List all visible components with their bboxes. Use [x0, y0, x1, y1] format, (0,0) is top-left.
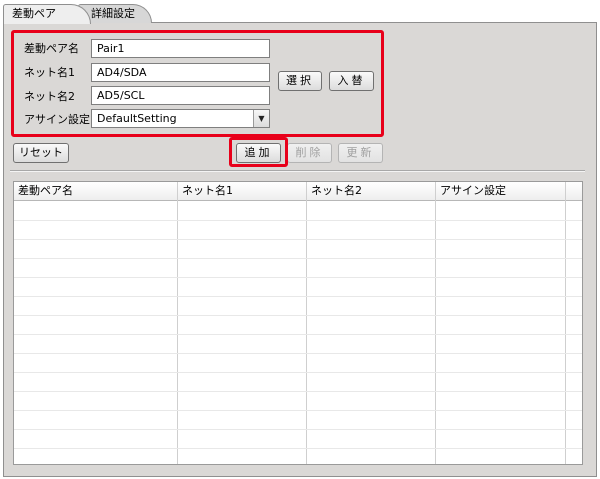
table-row[interactable] [14, 296, 582, 297]
reset-button[interactable]: リセット [13, 143, 69, 163]
tab-diff-pair[interactable]: 差動ペア [3, 4, 91, 24]
column-divider [306, 182, 307, 464]
table-row[interactable] [14, 220, 582, 221]
tab-label: 詳細設定 [91, 7, 135, 20]
table-header: 差動ペア名 ネット名1 ネット名2 アサイン設定 [14, 182, 582, 201]
form-highlight-box [11, 30, 384, 137]
table-row[interactable] [14, 353, 582, 354]
column-divider [565, 182, 566, 464]
table-row[interactable] [14, 258, 582, 259]
table-row[interactable] [14, 277, 582, 278]
table-row[interactable] [14, 429, 582, 430]
table-row[interactable] [14, 315, 582, 316]
column-header-pair-name[interactable]: 差動ペア名 [14, 182, 178, 201]
table-row[interactable] [14, 372, 582, 373]
table-row[interactable] [14, 391, 582, 392]
table-row[interactable] [14, 334, 582, 335]
column-header-net2[interactable]: ネット名2 [307, 182, 436, 201]
table-row[interactable] [14, 239, 582, 240]
column-header-assign[interactable]: アサイン設定 [436, 182, 566, 201]
add-highlight-box [229, 137, 288, 167]
tab-label: 差動ペア [12, 7, 56, 20]
column-divider [177, 182, 178, 464]
table-row[interactable] [14, 448, 582, 449]
update-button[interactable]: 更新 [338, 143, 383, 163]
column-header-net1[interactable]: ネット名1 [178, 182, 307, 201]
divider [10, 170, 585, 172]
diff-pair-table[interactable]: 差動ペア名 ネット名1 ネット名2 アサイン設定 [13, 181, 583, 465]
delete-button[interactable]: 削除 [287, 143, 332, 163]
column-divider [435, 182, 436, 464]
table-row[interactable] [14, 410, 582, 411]
